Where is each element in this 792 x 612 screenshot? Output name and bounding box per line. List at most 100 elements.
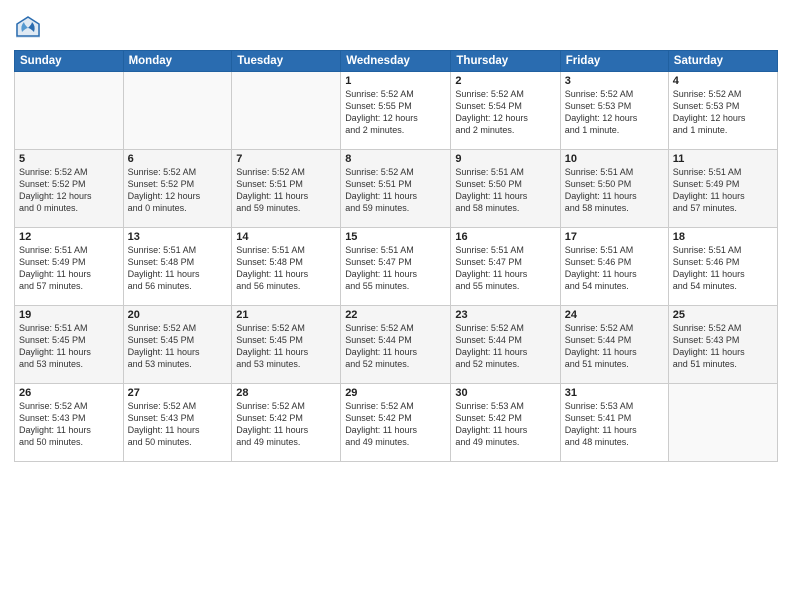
- day-cell: 17Sunrise: 5:51 AM Sunset: 5:46 PM Dayli…: [560, 228, 668, 306]
- day-number: 19: [19, 309, 119, 321]
- day-cell: 3Sunrise: 5:52 AM Sunset: 5:53 PM Daylig…: [560, 72, 668, 150]
- day-number: 25: [673, 309, 773, 321]
- day-number: 29: [345, 387, 446, 399]
- weekday-saturday: Saturday: [668, 51, 777, 72]
- day-cell: [123, 72, 232, 150]
- day-cell: 2Sunrise: 5:52 AM Sunset: 5:54 PM Daylig…: [451, 72, 560, 150]
- day-number: 21: [236, 309, 336, 321]
- day-info: Sunrise: 5:51 AM Sunset: 5:50 PM Dayligh…: [455, 166, 555, 215]
- day-info: Sunrise: 5:52 AM Sunset: 5:43 PM Dayligh…: [19, 400, 119, 449]
- day-number: 7: [236, 153, 336, 165]
- day-number: 4: [673, 75, 773, 87]
- day-number: 9: [455, 153, 555, 165]
- day-cell: 10Sunrise: 5:51 AM Sunset: 5:50 PM Dayli…: [560, 150, 668, 228]
- day-info: Sunrise: 5:51 AM Sunset: 5:50 PM Dayligh…: [565, 166, 664, 215]
- day-info: Sunrise: 5:51 AM Sunset: 5:45 PM Dayligh…: [19, 322, 119, 371]
- day-info: Sunrise: 5:51 AM Sunset: 5:48 PM Dayligh…: [236, 244, 336, 293]
- day-info: Sunrise: 5:51 AM Sunset: 5:47 PM Dayligh…: [345, 244, 446, 293]
- day-cell: 31Sunrise: 5:53 AM Sunset: 5:41 PM Dayli…: [560, 384, 668, 462]
- day-cell: 28Sunrise: 5:52 AM Sunset: 5:42 PM Dayli…: [232, 384, 341, 462]
- day-cell: 20Sunrise: 5:52 AM Sunset: 5:45 PM Dayli…: [123, 306, 232, 384]
- weekday-thursday: Thursday: [451, 51, 560, 72]
- day-cell: 9Sunrise: 5:51 AM Sunset: 5:50 PM Daylig…: [451, 150, 560, 228]
- logo-icon: [14, 14, 42, 42]
- day-info: Sunrise: 5:52 AM Sunset: 5:55 PM Dayligh…: [345, 88, 446, 137]
- week-row-1: 5Sunrise: 5:52 AM Sunset: 5:52 PM Daylig…: [15, 150, 778, 228]
- day-info: Sunrise: 5:52 AM Sunset: 5:45 PM Dayligh…: [236, 322, 336, 371]
- day-cell: 6Sunrise: 5:52 AM Sunset: 5:52 PM Daylig…: [123, 150, 232, 228]
- calendar-header: SundayMondayTuesdayWednesdayThursdayFrid…: [15, 51, 778, 72]
- day-info: Sunrise: 5:51 AM Sunset: 5:49 PM Dayligh…: [673, 166, 773, 215]
- day-info: Sunrise: 5:51 AM Sunset: 5:46 PM Dayligh…: [673, 244, 773, 293]
- day-info: Sunrise: 5:51 AM Sunset: 5:49 PM Dayligh…: [19, 244, 119, 293]
- day-number: 16: [455, 231, 555, 243]
- day-number: 2: [455, 75, 555, 87]
- day-number: 1: [345, 75, 446, 87]
- day-cell: 22Sunrise: 5:52 AM Sunset: 5:44 PM Dayli…: [341, 306, 451, 384]
- calendar-body: 1Sunrise: 5:52 AM Sunset: 5:55 PM Daylig…: [15, 72, 778, 462]
- day-cell: 5Sunrise: 5:52 AM Sunset: 5:52 PM Daylig…: [15, 150, 124, 228]
- day-cell: 29Sunrise: 5:52 AM Sunset: 5:42 PM Dayli…: [341, 384, 451, 462]
- weekday-friday: Friday: [560, 51, 668, 72]
- logo: [14, 14, 46, 42]
- day-cell: 24Sunrise: 5:52 AM Sunset: 5:44 PM Dayli…: [560, 306, 668, 384]
- day-cell: [15, 72, 124, 150]
- day-info: Sunrise: 5:52 AM Sunset: 5:42 PM Dayligh…: [236, 400, 336, 449]
- day-info: Sunrise: 5:52 AM Sunset: 5:51 PM Dayligh…: [236, 166, 336, 215]
- day-info: Sunrise: 5:52 AM Sunset: 5:44 PM Dayligh…: [565, 322, 664, 371]
- day-info: Sunrise: 5:51 AM Sunset: 5:46 PM Dayligh…: [565, 244, 664, 293]
- day-cell: 27Sunrise: 5:52 AM Sunset: 5:43 PM Dayli…: [123, 384, 232, 462]
- day-cell: 12Sunrise: 5:51 AM Sunset: 5:49 PM Dayli…: [15, 228, 124, 306]
- day-number: 14: [236, 231, 336, 243]
- week-row-0: 1Sunrise: 5:52 AM Sunset: 5:55 PM Daylig…: [15, 72, 778, 150]
- day-number: 24: [565, 309, 664, 321]
- day-number: 6: [128, 153, 228, 165]
- day-cell: 19Sunrise: 5:51 AM Sunset: 5:45 PM Dayli…: [15, 306, 124, 384]
- weekday-header-row: SundayMondayTuesdayWednesdayThursdayFrid…: [15, 51, 778, 72]
- day-number: 23: [455, 309, 555, 321]
- day-cell: 8Sunrise: 5:52 AM Sunset: 5:51 PM Daylig…: [341, 150, 451, 228]
- day-cell: 25Sunrise: 5:52 AM Sunset: 5:43 PM Dayli…: [668, 306, 777, 384]
- day-cell: 30Sunrise: 5:53 AM Sunset: 5:42 PM Dayli…: [451, 384, 560, 462]
- day-number: 18: [673, 231, 773, 243]
- day-number: 27: [128, 387, 228, 399]
- day-cell: 15Sunrise: 5:51 AM Sunset: 5:47 PM Dayli…: [341, 228, 451, 306]
- day-info: Sunrise: 5:52 AM Sunset: 5:53 PM Dayligh…: [673, 88, 773, 137]
- day-cell: 1Sunrise: 5:52 AM Sunset: 5:55 PM Daylig…: [341, 72, 451, 150]
- week-row-4: 26Sunrise: 5:52 AM Sunset: 5:43 PM Dayli…: [15, 384, 778, 462]
- day-cell: 18Sunrise: 5:51 AM Sunset: 5:46 PM Dayli…: [668, 228, 777, 306]
- day-info: Sunrise: 5:52 AM Sunset: 5:43 PM Dayligh…: [128, 400, 228, 449]
- day-cell: 26Sunrise: 5:52 AM Sunset: 5:43 PM Dayli…: [15, 384, 124, 462]
- day-number: 28: [236, 387, 336, 399]
- day-number: 20: [128, 309, 228, 321]
- weekday-sunday: Sunday: [15, 51, 124, 72]
- day-number: 17: [565, 231, 664, 243]
- day-number: 26: [19, 387, 119, 399]
- day-cell: 14Sunrise: 5:51 AM Sunset: 5:48 PM Dayli…: [232, 228, 341, 306]
- day-info: Sunrise: 5:52 AM Sunset: 5:44 PM Dayligh…: [455, 322, 555, 371]
- day-cell: [232, 72, 341, 150]
- day-info: Sunrise: 5:52 AM Sunset: 5:44 PM Dayligh…: [345, 322, 446, 371]
- day-info: Sunrise: 5:52 AM Sunset: 5:45 PM Dayligh…: [128, 322, 228, 371]
- day-number: 12: [19, 231, 119, 243]
- day-info: Sunrise: 5:52 AM Sunset: 5:54 PM Dayligh…: [455, 88, 555, 137]
- day-info: Sunrise: 5:52 AM Sunset: 5:53 PM Dayligh…: [565, 88, 664, 137]
- weekday-monday: Monday: [123, 51, 232, 72]
- day-cell: [668, 384, 777, 462]
- weekday-wednesday: Wednesday: [341, 51, 451, 72]
- page: SundayMondayTuesdayWednesdayThursdayFrid…: [0, 0, 792, 612]
- day-number: 22: [345, 309, 446, 321]
- day-number: 10: [565, 153, 664, 165]
- day-number: 30: [455, 387, 555, 399]
- week-row-2: 12Sunrise: 5:51 AM Sunset: 5:49 PM Dayli…: [15, 228, 778, 306]
- day-cell: 4Sunrise: 5:52 AM Sunset: 5:53 PM Daylig…: [668, 72, 777, 150]
- day-number: 31: [565, 387, 664, 399]
- week-row-3: 19Sunrise: 5:51 AM Sunset: 5:45 PM Dayli…: [15, 306, 778, 384]
- day-info: Sunrise: 5:53 AM Sunset: 5:42 PM Dayligh…: [455, 400, 555, 449]
- day-cell: 21Sunrise: 5:52 AM Sunset: 5:45 PM Dayli…: [232, 306, 341, 384]
- day-number: 13: [128, 231, 228, 243]
- day-number: 5: [19, 153, 119, 165]
- day-number: 3: [565, 75, 664, 87]
- day-info: Sunrise: 5:52 AM Sunset: 5:42 PM Dayligh…: [345, 400, 446, 449]
- weekday-tuesday: Tuesday: [232, 51, 341, 72]
